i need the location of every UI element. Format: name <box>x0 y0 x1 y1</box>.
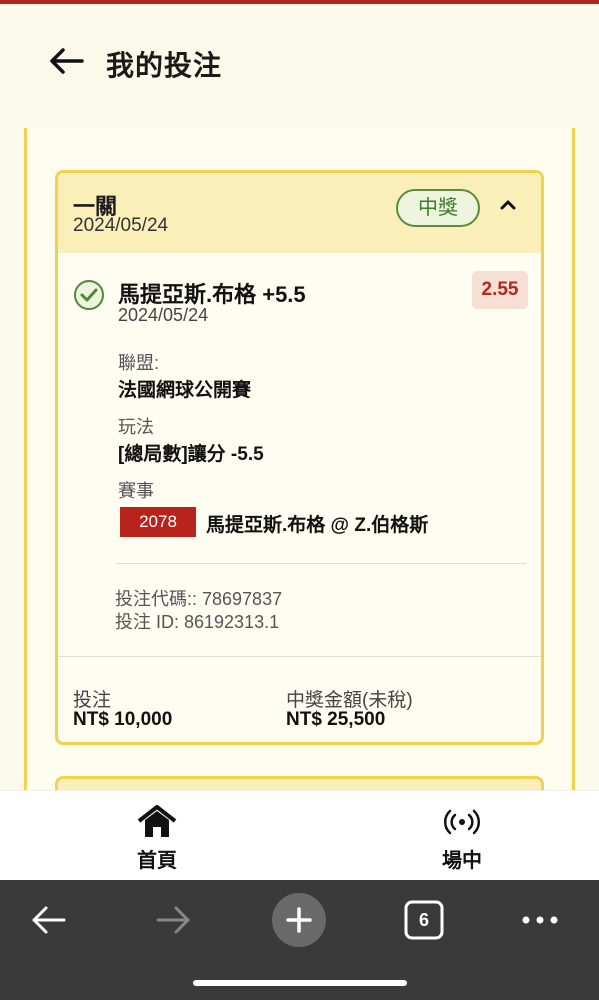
status-badge: 中獎 <box>396 189 480 227</box>
market-value: [總局數]讓分 -5.5 <box>118 444 264 465</box>
tab-count: 6 <box>418 910 429 930</box>
event-id-badge: 2078 <box>120 507 196 537</box>
odds-badge: 2.55 <box>472 271 528 309</box>
payout-label: 中獎金額(未稅) <box>286 690 413 711</box>
divider <box>58 656 541 657</box>
nav-home[interactable]: 首頁 <box>87 791 227 881</box>
browser-forward-icon[interactable] <box>146 892 202 948</box>
market-label: 玩法 <box>118 417 154 437</box>
browser-back-icon[interactable] <box>20 892 76 948</box>
event-label: 賽事 <box>118 481 154 501</box>
home-indicator <box>193 980 407 986</box>
divider <box>116 563 526 564</box>
event-name: 馬提亞斯.布格 @ Z.伯格斯 <box>206 515 429 536</box>
check-circle-icon <box>73 279 105 311</box>
more-menu-icon[interactable] <box>512 892 568 948</box>
stake-label: 投注 <box>73 690 112 711</box>
bet-card-header[interactable]: 一關 2024/05/24 中獎 <box>58 173 541 253</box>
bottom-nav: 首頁 場中 <box>0 790 599 880</box>
bet-date: 2024/05/24 <box>73 215 169 236</box>
tabs-icon[interactable]: 6 <box>396 892 452 948</box>
back-arrow-icon[interactable] <box>48 46 84 76</box>
league-label: 聯盟: <box>118 353 160 373</box>
nav-live-label: 場中 <box>442 850 482 872</box>
selection-date: 2024/05/24 <box>118 305 209 325</box>
payout-value: NT$ 25,500 <box>286 709 386 730</box>
nav-home-label: 首頁 <box>137 850 177 872</box>
live-broadcast-icon <box>442 805 482 839</box>
new-tab-icon[interactable] <box>271 892 327 948</box>
stake-value: NT$ 10,000 <box>73 709 173 730</box>
page-title: 我的投注 <box>106 50 223 81</box>
bet-id: 投注 ID: 86192313.1 <box>115 612 280 632</box>
league-value: 法國網球公開賽 <box>118 380 252 401</box>
bet-card: 一關 2024/05/24 中獎 馬提亞斯.布格 +5.5 2024/05/24… <box>55 170 544 745</box>
nav-live[interactable]: 場中 <box>392 791 532 881</box>
home-icon <box>137 805 177 839</box>
page-header: 我的投注 <box>0 4 599 124</box>
chevron-up-icon[interactable] <box>496 193 520 217</box>
